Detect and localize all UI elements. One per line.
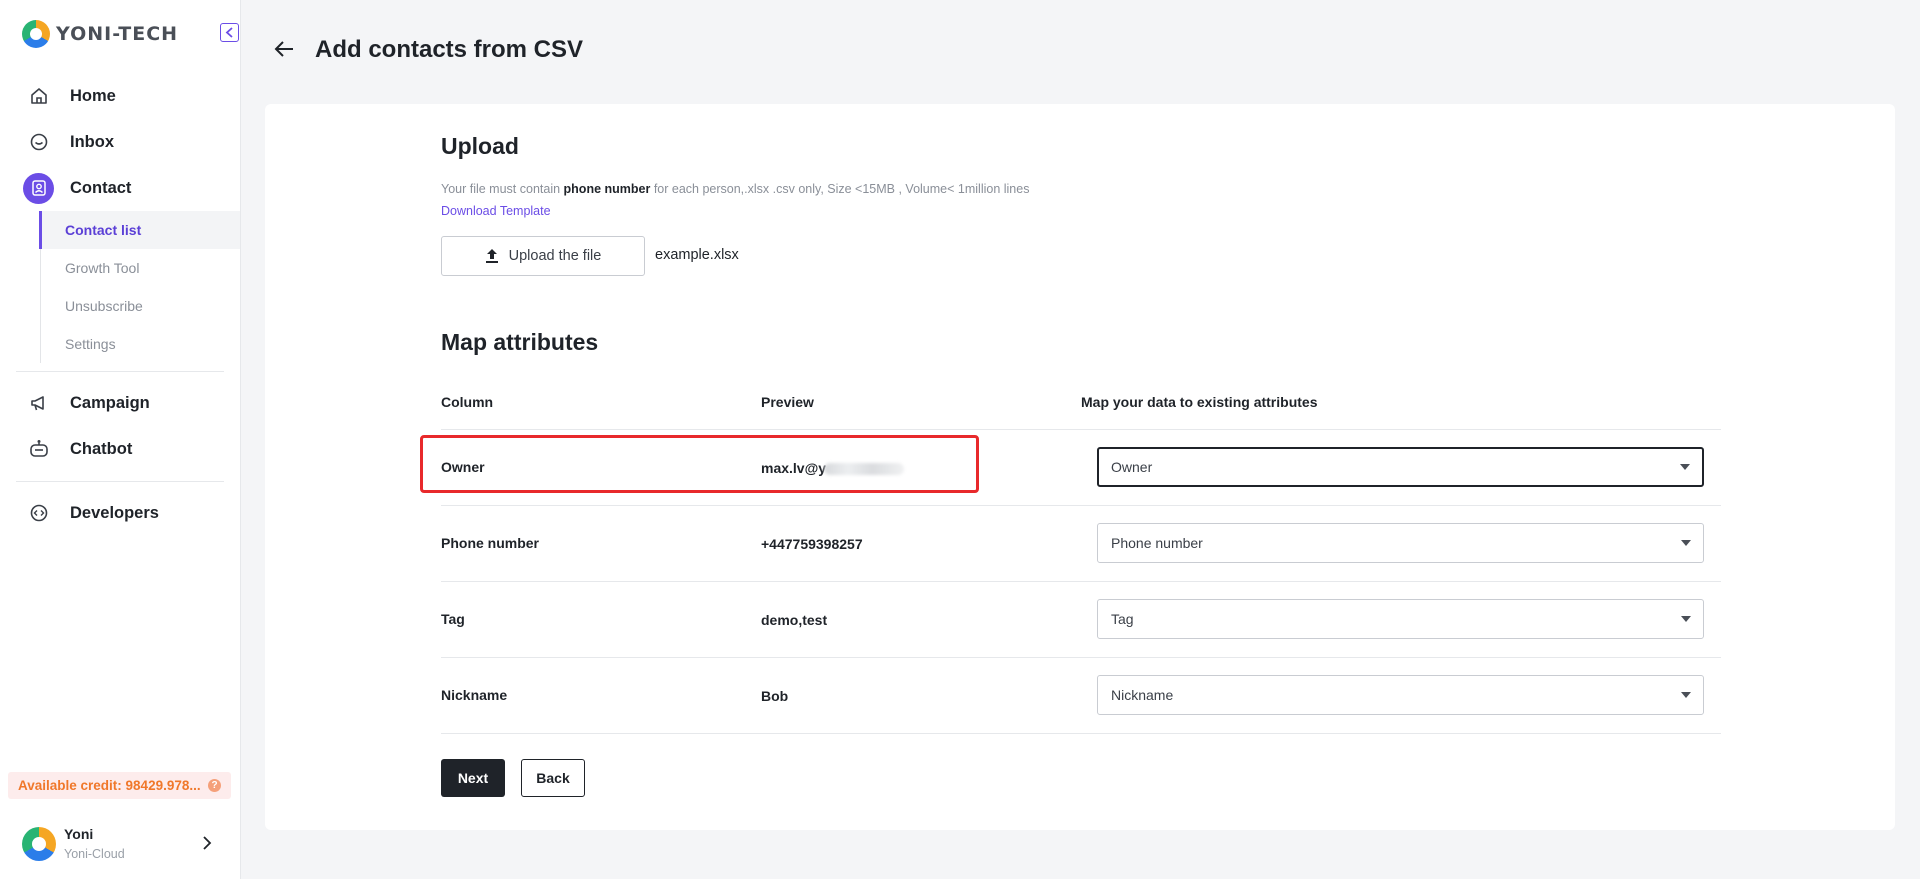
nav-label-chatbot: Chatbot [70,439,133,458]
contact-subnav: Contact list Growth Tool Unsubscribe Set… [39,211,240,363]
nav-item-contact[interactable]: Contact [0,168,240,208]
code-icon [28,502,50,524]
user-name: Yoni [64,826,94,842]
caret-down-icon [1681,616,1691,622]
attribute-select[interactable]: Tag [1097,599,1704,639]
robot-icon [28,438,50,460]
help-icon[interactable]: ? [208,779,221,792]
upload-button-label: Upload the file [508,248,602,264]
sidebar: YONI-TECH Home Inbox Contact Contact lis… [0,0,241,879]
chat-icon [28,131,50,153]
nav-item-inbox[interactable]: Inbox [0,122,240,162]
upload-file-button[interactable]: Upload the file [441,236,645,276]
collapse-sidebar-button[interactable] [220,23,239,42]
highlight-annotation [420,435,979,493]
attribute-select-value: Nickname [1111,687,1174,703]
logo-mark-icon [22,20,50,48]
attribute-select-value: Owner [1111,459,1153,475]
column-header: Column [441,394,494,410]
subnav-item-growth-tool[interactable]: Growth Tool [41,249,240,287]
avatar [22,827,56,861]
header-divider [441,429,1721,430]
row-preview: demo,test [761,612,828,628]
sidebar-divider [16,481,224,482]
sidebar-divider [16,371,224,372]
attribute-select[interactable]: Phone number [1097,523,1704,563]
page-title: Add contacts from CSV [315,36,584,63]
preview-header: Preview [761,394,814,410]
attribute-select-value: Phone number [1111,535,1203,551]
row-divider [441,657,1721,658]
user-org: Yoni-Cloud [64,847,125,861]
attribute-header: Map your data to existing attributes [1081,394,1318,410]
caret-down-icon [1681,540,1691,546]
attribute-select[interactable]: Nickname [1097,675,1704,715]
chevron-right-icon [203,836,212,850]
nav-item-home[interactable]: Home [0,76,240,116]
user-profile[interactable]: Yoni Yoni-Cloud [22,825,222,865]
next-button[interactable]: Next [441,759,505,797]
megaphone-icon [28,392,50,414]
row-column-name: Phone number [441,535,540,551]
nav-item-chatbot[interactable]: Chatbot [0,429,240,469]
download-template-link[interactable]: Download Template [441,204,551,218]
nav-item-campaign[interactable]: Campaign [0,383,240,423]
nav-label-developers: Developers [70,503,159,522]
logo[interactable]: YONI-TECH [22,20,178,48]
nav-item-developers[interactable]: Developers [0,493,240,533]
chevron-left-icon [225,27,233,38]
contact-icon [23,172,54,204]
caret-down-icon [1680,464,1690,470]
upload-icon [485,249,498,263]
nav-label-home: Home [70,86,116,105]
back-arrow-icon[interactable] [273,39,295,59]
available-credit-badge: Available credit: 98429.978... ? [8,772,231,799]
row-divider [441,581,1721,582]
row-column-name: Nickname [441,687,508,703]
back-button[interactable]: Back [521,759,585,797]
row-preview: +447759398257 [761,536,863,552]
nav-label-inbox: Inbox [70,132,114,151]
subnav-item-unsubscribe[interactable]: Unsubscribe [41,287,240,325]
credit-text: Available credit: 98429.978... [18,778,201,793]
row-divider [441,733,1721,734]
row-divider [441,505,1721,506]
uploaded-filename: example.xlsx [655,247,739,263]
nav-label-contact: Contact [70,178,132,197]
map-section-title: Map attributes [441,329,599,355]
subnav-item-contact-list[interactable]: Contact list [39,211,240,249]
upload-hint: Your file must contain phone number for … [441,182,1030,196]
caret-down-icon [1681,692,1691,698]
row-column-name: Tag [441,611,465,627]
row-preview: Bob [761,688,789,704]
nav-label-campaign: Campaign [70,393,150,412]
logo-text: YONI-TECH [56,23,179,45]
home-icon [28,85,50,107]
attribute-select[interactable]: Owner [1097,447,1704,487]
attribute-select-value: Tag [1111,611,1134,627]
subnav-item-settings[interactable]: Settings [41,325,240,363]
main-card: Upload Your file must contain phone numb… [265,104,1895,830]
upload-section-title: Upload [441,133,519,159]
